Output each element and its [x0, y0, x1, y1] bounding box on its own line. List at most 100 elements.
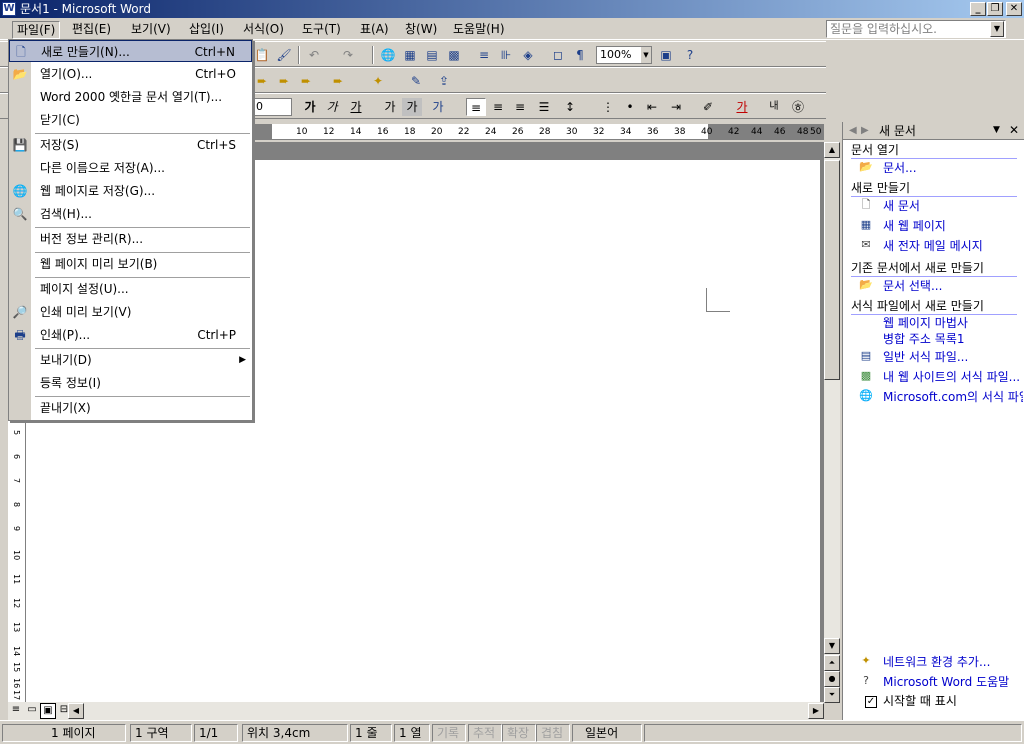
tables-borders-icon[interactable]: ▦	[400, 46, 420, 64]
help-dropdown-arrow[interactable]: ▼	[990, 21, 1004, 37]
forward-icon[interactable]: ▶	[861, 125, 869, 136]
arrow-right-icon[interactable]: ➨	[252, 72, 272, 90]
menu-item-save[interactable]: 💾 저장(S) Ctrl+S	[9, 134, 252, 156]
link-blank-email[interactable]: 새 전자 메일 메시지	[883, 238, 1023, 254]
normal-view-icon[interactable]: ≡	[8, 703, 24, 719]
task-pane-menu-icon[interactable]: ▼	[993, 125, 1000, 135]
link-web-site-templates[interactable]: 내 웹 사이트의 서식 파일...	[883, 369, 1023, 385]
link-word-help[interactable]: Microsoft Word 도움말	[883, 674, 1023, 690]
phonetic-guide-icon[interactable]: 내	[764, 98, 784, 116]
menu-format[interactable]: 서식(O)	[239, 21, 288, 39]
bullets-icon[interactable]: •	[620, 98, 640, 116]
menu-item-versions[interactable]: 버전 정보 관리(R)...	[9, 228, 252, 250]
decrease-indent-icon[interactable]: ⇤	[642, 98, 662, 116]
scroll-down-button[interactable]: ▼	[824, 638, 840, 654]
scroll-left-button[interactable]: ◀	[68, 703, 84, 719]
highlighter-icon[interactable]: ✎	[406, 72, 426, 90]
show-hide-icon[interactable]: ◻	[548, 46, 568, 64]
menu-table[interactable]: 표(A)	[356, 21, 393, 39]
menu-item-search[interactable]: 🔍 검색(H)...	[9, 203, 252, 225]
status-ext[interactable]: 확장	[502, 724, 536, 742]
menu-item-web-preview[interactable]: 웹 페이지 미리 보기(B)	[9, 253, 252, 275]
menu-item-close[interactable]: 닫기(C)	[9, 109, 252, 131]
redo-icon[interactable]: ↷	[338, 46, 358, 64]
distribute-icon[interactable]: ☰	[534, 98, 554, 116]
highlight-icon[interactable]: ✐	[698, 98, 718, 116]
enclosed-char-icon[interactable]: ㉭	[788, 98, 808, 116]
link-choose-document[interactable]: 문서 선택...	[883, 278, 1023, 294]
document-map-icon[interactable]: ◈	[518, 46, 538, 64]
link-blank-document[interactable]: 새 문서	[883, 198, 1023, 214]
arrow-right-icon-3[interactable]: ➨	[296, 72, 316, 90]
arrow-right-icon-4[interactable]: ➨	[328, 72, 348, 90]
drawing-icon[interactable]: ⊪	[496, 46, 516, 64]
link-mail-merge[interactable]: 병합 주소 목록1	[883, 331, 1023, 347]
underline-icon[interactable]: 가	[346, 98, 366, 116]
show-at-startup-checkbox[interactable]: ✓	[865, 696, 877, 708]
menu-item-save-as[interactable]: 다른 이름으로 저장(A)...	[9, 157, 252, 179]
font-color-icon[interactable]: 가	[732, 98, 752, 116]
align-right-icon[interactable]: ≡	[510, 98, 530, 116]
pilcrow-icon[interactable]: ¶	[570, 46, 590, 64]
link-documents[interactable]: 문서...	[883, 160, 1023, 176]
paste-icon[interactable]: 📋	[252, 46, 272, 64]
font-size-input[interactable]: 0	[252, 98, 292, 116]
menu-item-open[interactable]: 📂 열기(O)... Ctrl+O	[9, 63, 252, 85]
menu-item-send-to[interactable]: 보내기(D) ▶	[9, 349, 252, 371]
char-shading-icon[interactable]: 가	[402, 98, 422, 116]
browse-object-icon[interactable]: ●	[824, 671, 840, 687]
menu-item-print-preview[interactable]: 🔎 인쇄 미리 보기(V)	[9, 301, 252, 323]
menu-tools[interactable]: 도구(T)	[298, 21, 345, 39]
link-blank-web-page[interactable]: 새 웹 페이지	[883, 218, 1023, 234]
outline-icon[interactable]: ⇪	[434, 72, 454, 90]
folder-star-icon[interactable]: ✦	[368, 72, 388, 90]
horizontal-scrollbar[interactable]: ≡ ▭ ▣ ⊟ ◀ ▶	[8, 702, 824, 720]
print-layout-icon[interactable]: ▣	[40, 703, 56, 719]
menu-insert[interactable]: 삽입(I)	[185, 21, 228, 39]
insert-table-icon[interactable]: ▤	[422, 46, 442, 64]
numbering-icon[interactable]: ⋮	[598, 98, 618, 116]
italic-icon[interactable]: 가	[322, 98, 342, 116]
vertical-scroll-thumb[interactable]	[824, 160, 840, 380]
columns-icon[interactable]: ≡	[474, 46, 494, 64]
hyperlink-icon[interactable]: 🌐	[378, 46, 398, 64]
status-ovr[interactable]: 겹침	[536, 724, 570, 742]
menu-window[interactable]: 창(W)	[401, 21, 441, 39]
minimize-button[interactable]: _	[970, 2, 986, 16]
menu-item-exit[interactable]: 끝내기(X)	[9, 397, 252, 419]
zoom-dropdown-arrow[interactable]: ▼	[641, 47, 651, 63]
scroll-right-button[interactable]: ▶	[808, 703, 824, 719]
help-icon[interactable]: ?	[680, 46, 700, 64]
word-app-icon[interactable]: W	[2, 2, 16, 16]
char-scale-icon[interactable]: 가	[428, 98, 448, 116]
scroll-up-button[interactable]: ▲	[824, 142, 840, 158]
status-rec[interactable]: 기록	[432, 724, 466, 742]
increase-indent-icon[interactable]: ⇥	[666, 98, 686, 116]
vertical-scrollbar[interactable]: ▲ ▼ ⏶ ● ⏷	[824, 142, 840, 703]
char-border-icon[interactable]: 가	[380, 98, 400, 116]
prev-page-icon[interactable]: ⏶	[824, 655, 840, 671]
menu-help[interactable]: 도움말(H)	[449, 21, 509, 39]
bold-icon[interactable]: 가	[300, 98, 320, 116]
back-icon[interactable]: ◀	[849, 125, 857, 136]
read-icon[interactable]: ▣	[656, 46, 676, 64]
next-page-icon[interactable]: ⏷	[824, 687, 840, 703]
menu-file[interactable]: 파일(F)	[12, 21, 61, 39]
task-pane-close-icon[interactable]: ✕	[1009, 123, 1019, 137]
menu-item-new[interactable]: 🗋 새로 만들기(N)... Ctrl+N	[9, 40, 252, 62]
link-general-templates[interactable]: 일반 서식 파일...	[883, 349, 1023, 365]
status-trk[interactable]: 추적	[468, 724, 502, 742]
link-add-network-place[interactable]: 네트워크 환경 추가...	[883, 654, 1023, 670]
line-spacing-icon[interactable]: ↕	[560, 98, 580, 116]
menu-edit[interactable]: 편집(E)	[68, 21, 115, 39]
link-ms-templates[interactable]: Microsoft.com의 서식 파일	[883, 389, 1023, 405]
restore-button[interactable]: ❐	[987, 2, 1003, 16]
format-painter-icon[interactable]: 🖌	[274, 46, 294, 64]
align-center-icon[interactable]: ≡	[488, 98, 508, 116]
insert-excel-icon[interactable]: ▩	[444, 46, 464, 64]
menu-item-print[interactable]: 🖶 인쇄(P)... Ctrl+P	[9, 324, 252, 346]
menu-item-properties[interactable]: 등록 정보(I)	[9, 372, 252, 394]
arrow-right-icon-2[interactable]: ➨	[274, 72, 294, 90]
help-question-input[interactable]: 질문을 입력하십시오.	[826, 20, 1006, 38]
menu-view[interactable]: 보기(V)	[127, 21, 175, 39]
